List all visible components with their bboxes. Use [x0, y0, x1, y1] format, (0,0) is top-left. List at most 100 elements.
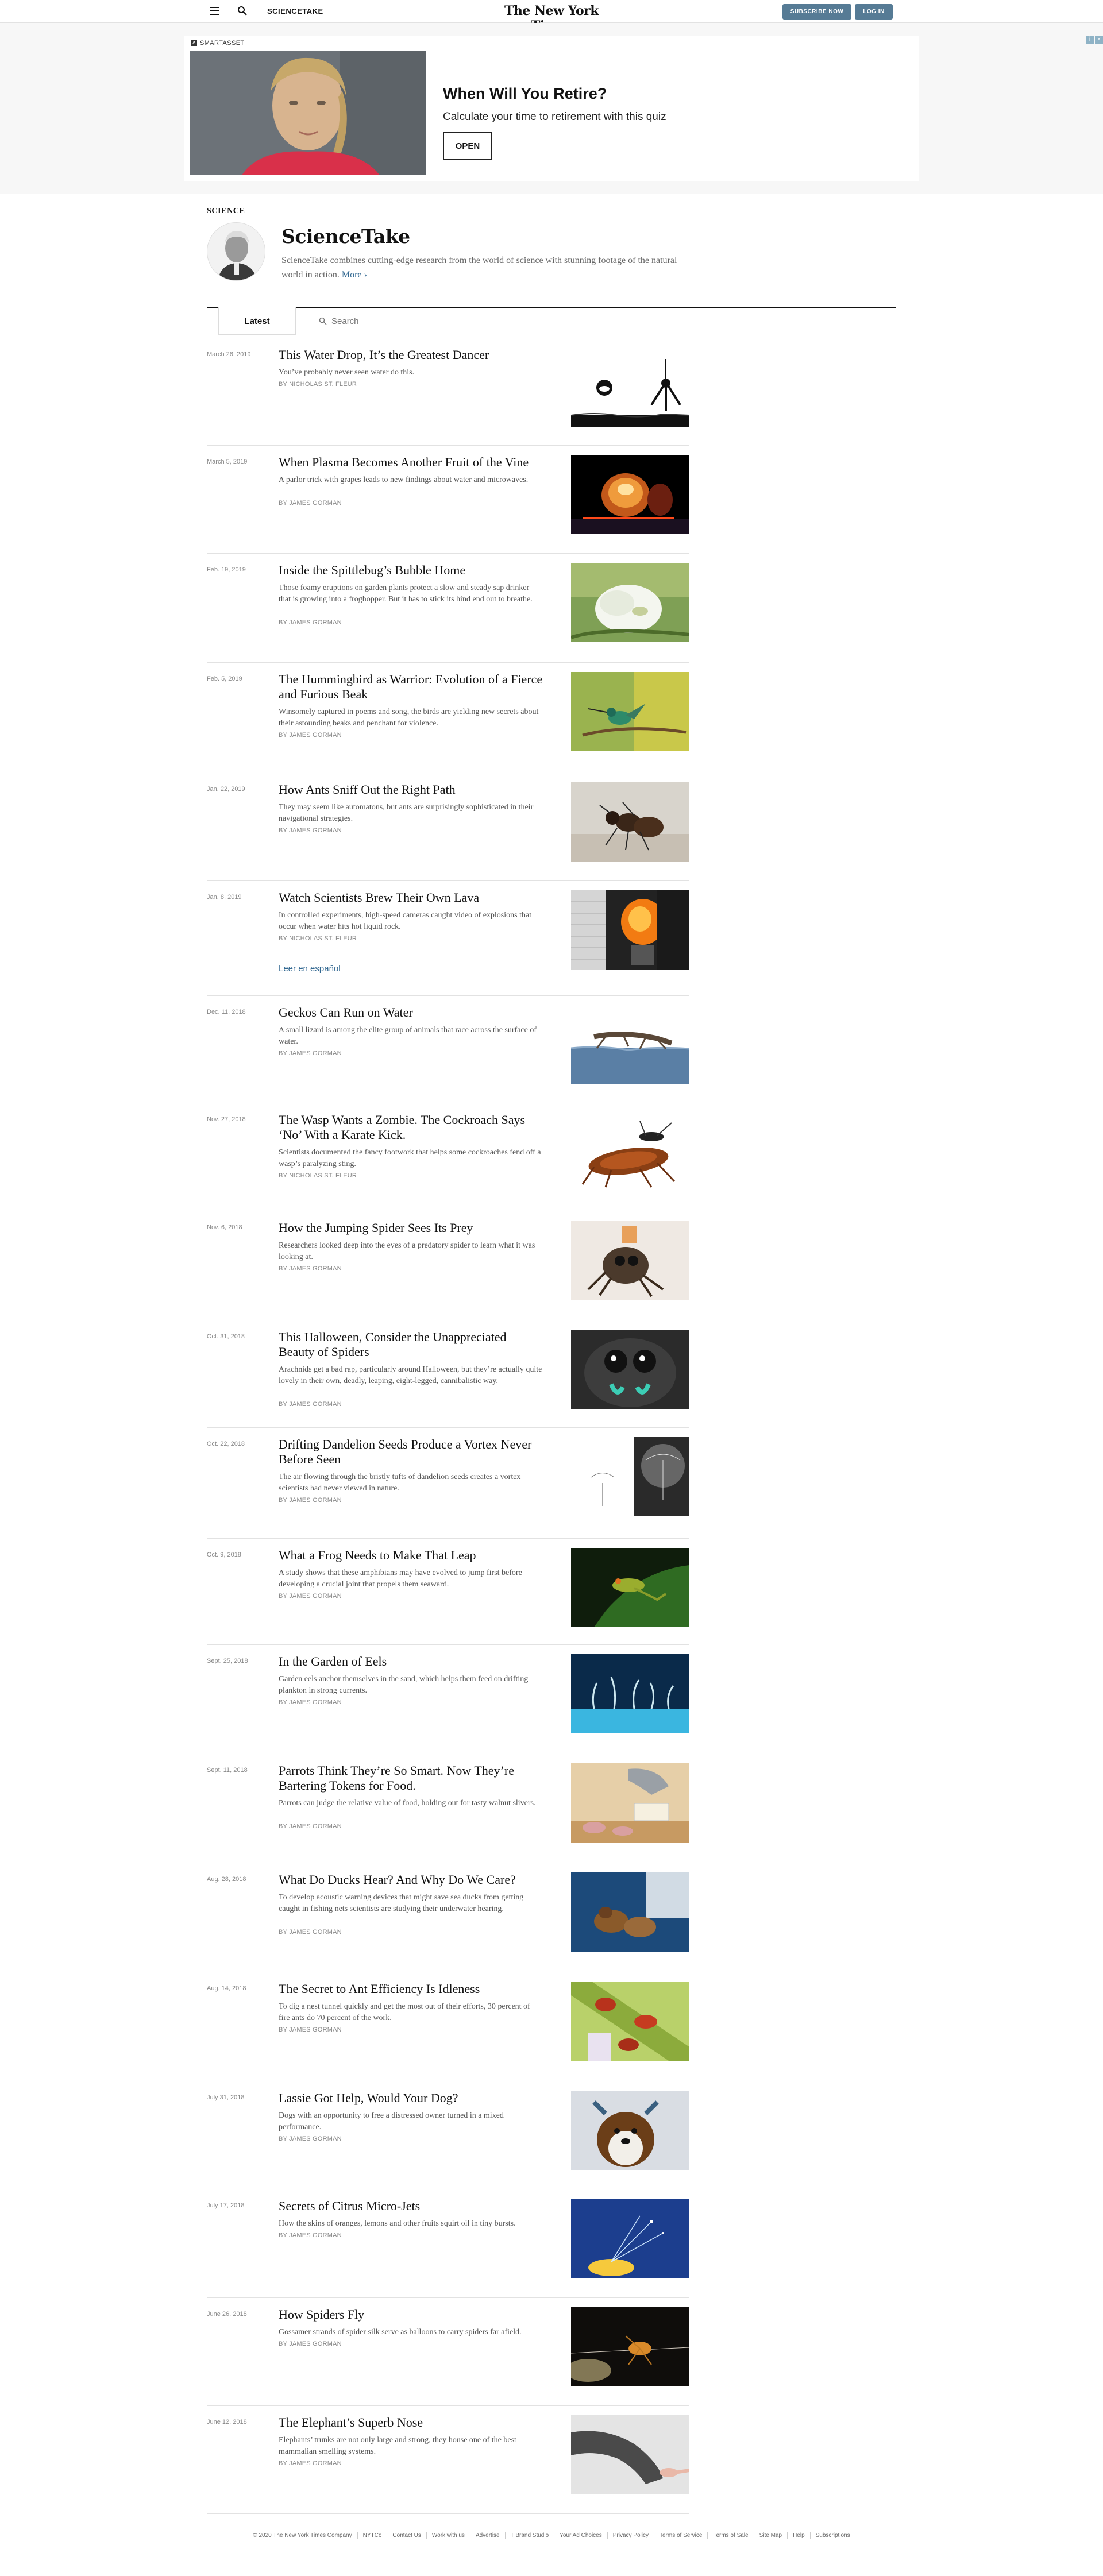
tab-latest[interactable]: Latest: [218, 307, 296, 335]
search-field[interactable]: [319, 312, 606, 330]
article-headline[interactable]: In the Garden of Eels: [279, 1654, 543, 1669]
article-date: Oct. 22, 2018: [207, 1440, 245, 1447]
article-headline[interactable]: This Halloween, Consider the Unappreciat…: [279, 1330, 543, 1360]
article-summary: Elephants’ trunks are not only large and…: [279, 2436, 516, 2456]
article-headline[interactable]: The Wasp Wants a Zombie. The Cockroach S…: [279, 1113, 543, 1142]
footer-link[interactable]: NYTCo: [357, 2532, 387, 2539]
article-byline: By JAMES GORMAN: [279, 1497, 342, 1504]
footer-link[interactable]: Privacy Policy: [607, 2532, 654, 2539]
article-item[interactable]: July 17, 2018 Secrets of Citrus Micro-Jet…: [207, 2199, 689, 2298]
article-byline: By JAMES GORMAN: [279, 2460, 342, 2467]
article-headline[interactable]: How the Jumping Spider Sees Its Prey: [279, 1221, 543, 1235]
section-kicker[interactable]: SCIENCE: [207, 207, 245, 216]
article-date: July 17, 2018: [207, 2202, 245, 2209]
article-headline[interactable]: How Spiders Fly: [279, 2307, 543, 2322]
article-thumbnail[interactable]: [571, 1005, 689, 1084]
search-icon[interactable]: [237, 6, 248, 16]
article-item[interactable]: March 5, 2019 When Plasma Becomes Another…: [207, 455, 689, 554]
footer-link[interactable]: Terms of Service: [653, 2532, 707, 2539]
article-item[interactable]: Jan. 22, 2019 How Ants Sniff Out the Righ…: [207, 782, 689, 881]
article-item[interactable]: March 26, 2019 This Water Drop, It’s the …: [207, 347, 689, 446]
footer-link[interactable]: Contact Us: [387, 2532, 426, 2539]
article-item[interactable]: Jan. 8, 2019 Watch Scientists Brew Their …: [207, 890, 689, 996]
article-summary: They may seem like automatons, but ants …: [279, 803, 534, 823]
article-headline[interactable]: What a Frog Needs to Make That Leap: [279, 1548, 543, 1563]
article-headline[interactable]: Drifting Dandelion Seeds Produce a Vorte…: [279, 1437, 543, 1467]
article-thumbnail[interactable]: [571, 1654, 689, 1733]
article-item[interactable]: Aug. 14, 2018 The Secret to Ant Efficienc…: [207, 1982, 689, 2081]
article-item[interactable]: Aug. 28, 2018 What Do Ducks Hear? And Why…: [207, 1872, 689, 1972]
ad-close-icon[interactable]: ×: [1095, 36, 1103, 44]
article-headline[interactable]: Watch Scientists Brew Their Own Lava: [279, 890, 543, 905]
article-item[interactable]: June 12, 2018 The Elephant’s Superb Nose E…: [207, 2415, 689, 2514]
article-item[interactable]: Feb. 19, 2019 Inside the Spittlebug’s Bub…: [207, 563, 689, 663]
article-item[interactable]: Oct. 22, 2018 Drifting Dandelion Seeds Pr…: [207, 1437, 689, 1539]
article-thumbnail[interactable]: [571, 347, 689, 427]
article-thumbnail[interactable]: [571, 1548, 689, 1627]
footer-link[interactable]: Terms of Sale: [707, 2532, 753, 2539]
login-button[interactable]: LOG IN: [855, 4, 893, 20]
article-thumbnail[interactable]: [571, 1330, 689, 1409]
ad-choices[interactable]: i ×: [1086, 36, 1103, 44]
article-headline[interactable]: Geckos Can Run on Water: [279, 1005, 543, 1020]
article-thumbnail[interactable]: [571, 782, 689, 862]
article-thumbnail[interactable]: [571, 890, 689, 970]
article-headline[interactable]: The Hummingbird as Warrior: Evolution of…: [279, 672, 543, 702]
section-name[interactable]: SCIENCETAKE: [267, 7, 323, 16]
ad-card[interactable]: A SMARTASSET When Will You Retire? Calcul…: [184, 36, 919, 181]
article-headline[interactable]: Parrots Think They’re So Smart. Now They…: [279, 1763, 543, 1793]
article-item[interactable]: July 31, 2018 Lassie Got Help, Would Your…: [207, 2091, 689, 2189]
article-item[interactable]: Feb. 5, 2019 The Hummingbird as Warrior: …: [207, 672, 689, 773]
article-headline[interactable]: Secrets of Citrus Micro-Jets: [279, 2199, 543, 2214]
article-thumbnail[interactable]: [571, 2199, 689, 2278]
more-link[interactable]: More ›: [342, 270, 367, 280]
article-headline[interactable]: The Secret to Ant Efficiency Is Idleness: [279, 1982, 543, 1996]
article-item[interactable]: Sept. 11, 2018 Parrots Think They’re So S…: [207, 1763, 689, 1863]
article-item[interactable]: Dec. 11, 2018 Geckos Can Run on Water A sm…: [207, 1005, 689, 1103]
article-headline[interactable]: The Elephant’s Superb Nose: [279, 2415, 543, 2430]
article-item[interactable]: Oct. 9, 2018 What a Frog Needs to Make Th…: [207, 1548, 689, 1645]
article-thumbnail[interactable]: [571, 672, 689, 751]
spanish-link[interactable]: Leer en español: [279, 964, 341, 974]
search-input[interactable]: [331, 316, 584, 326]
footer-link[interactable]: Help: [787, 2532, 810, 2539]
article-item[interactable]: Oct. 31, 2018 This Halloween, Consider th…: [207, 1330, 689, 1428]
article-thumbnail[interactable]: [571, 1221, 689, 1300]
footer-link[interactable]: T Brand Studio: [504, 2532, 554, 2539]
hamburger-menu-icon[interactable]: [210, 7, 219, 15]
article-item[interactable]: Nov. 27, 2018 The Wasp Wants a Zombie. Th…: [207, 1113, 689, 1211]
article-headline[interactable]: When Plasma Becomes Another Fruit of the…: [279, 455, 543, 470]
article-item[interactable]: June 26, 2018 How Spiders Fly Gossamer str…: [207, 2307, 689, 2406]
article-thumbnail[interactable]: [571, 1437, 689, 1516]
article-headline[interactable]: Lassie Got Help, Would Your Dog?: [279, 2091, 543, 2106]
article-thumbnail[interactable]: [571, 563, 689, 642]
article-byline: By JAMES GORMAN: [279, 1699, 342, 1706]
article-byline: By JAMES GORMAN: [279, 2341, 342, 2347]
article-item[interactable]: Nov. 6, 2018 How the Jumping Spider Sees …: [207, 1221, 689, 1320]
article-headline[interactable]: What Do Ducks Hear? And Why Do We Care?: [279, 1872, 543, 1887]
article-thumbnail[interactable]: [571, 455, 689, 534]
article-thumbnail[interactable]: [571, 2307, 689, 2386]
ad-title[interactable]: When Will You Retire?: [443, 85, 607, 103]
article-headline[interactable]: Inside the Spittlebug’s Bubble Home: [279, 563, 543, 578]
article-thumbnail[interactable]: [571, 2091, 689, 2170]
article-thumbnail[interactable]: [571, 2415, 689, 2494]
footer-link[interactable]: Site Map: [753, 2532, 787, 2539]
ad-image[interactable]: [190, 51, 426, 175]
article-thumbnail[interactable]: [571, 1982, 689, 2061]
article-thumbnail[interactable]: [571, 1113, 689, 1192]
ad-open-button[interactable]: OPEN: [443, 132, 492, 160]
article-headline[interactable]: This Water Drop, It’s the Greatest Dance…: [279, 347, 543, 362]
subscribe-button[interactable]: SUBSCRIBE NOW: [782, 4, 851, 20]
article-thumbnail[interactable]: [571, 1872, 689, 1952]
article-item[interactable]: Sept. 25, 2018 In the Garden of Eels Garde…: [207, 1654, 689, 1754]
article-byline: By JAMES GORMAN: [279, 500, 342, 507]
footer-link[interactable]: Subscriptions: [809, 2532, 855, 2539]
column-description: ScienceTake combines cutting-edge resear…: [281, 253, 695, 282]
ad-info-icon[interactable]: i: [1086, 36, 1094, 44]
footer-link[interactable]: Work with us: [426, 2532, 470, 2539]
article-headline[interactable]: How Ants Sniff Out the Right Path: [279, 782, 543, 797]
footer-link[interactable]: Your Ad Choices: [554, 2532, 607, 2539]
footer-link[interactable]: Advertise: [469, 2532, 505, 2539]
article-thumbnail[interactable]: [571, 1763, 689, 1843]
